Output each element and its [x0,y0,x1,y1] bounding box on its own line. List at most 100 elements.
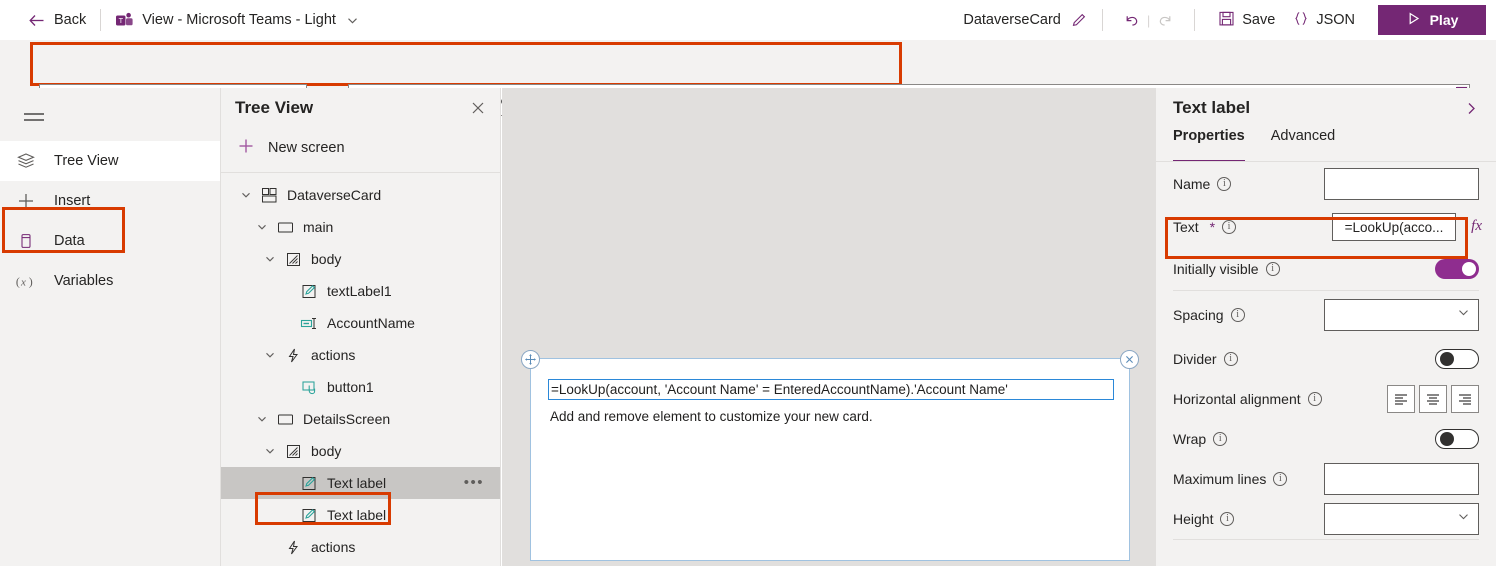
sidebar-item-label: Insert [54,193,91,209]
tab-advanced[interactable]: Advanced [1271,128,1336,162]
new-screen-label: New screen [268,140,345,156]
app-title-dropdown[interactable]: T View - Microsoft Teams - Light [115,11,359,30]
info-icon[interactable]: i [1220,512,1235,526]
property-row-height: Height i [1156,499,1496,539]
chevron-down-icon[interactable] [259,349,281,361]
properties-panel: Text label Properties Advanced Name i Te… [1155,88,1496,566]
tree-node-text-label-selected[interactable]: Text label ••• [221,467,500,499]
info-icon[interactable]: i [1223,352,1238,366]
formula-bar-highlight [30,42,902,86]
tree-node-button1[interactable]: button1 [221,371,500,403]
property-label-text: Height [1173,511,1214,527]
divider-toggle[interactable] [1435,349,1479,369]
property-row-divider: Divider i [1156,339,1496,379]
tree-node-label: actions [311,347,356,363]
sidebar-item-tree-view[interactable]: Tree View [0,141,220,181]
property-row-name: Name i [1156,162,1496,206]
property-label: Horizontal alignment i [1173,391,1322,407]
formula-bar: Text = LookUp(account, 'Account Name' = … [0,40,1496,116]
chevron-down-icon[interactable] [251,413,273,425]
property-label: Maximum lines i [1173,471,1288,487]
property-label: Wrap i [1173,431,1228,447]
info-icon[interactable]: i [1217,177,1232,191]
chevron-down-icon [1457,306,1470,324]
info-icon[interactable]: i [1307,392,1322,406]
back-button[interactable]: Back [28,12,86,29]
redo-button[interactable] [1150,5,1180,35]
sidebar-item-variables[interactable]: (x) Variables [0,261,220,301]
property-row-maximum-lines: Maximum lines i [1156,459,1496,499]
save-button[interactable]: Save [1209,4,1284,36]
tree-node-overflow-menu-icon[interactable]: ••• [464,475,484,490]
chevron-right-icon[interactable] [1463,100,1480,117]
edit-pencil-icon[interactable] [1070,11,1088,29]
height-select[interactable] [1324,503,1479,535]
alignment-button-group [1387,385,1479,413]
card-text-label-value: =LookUp(account, 'Account Name' = Entere… [551,382,1008,397]
info-icon[interactable]: i [1213,432,1228,446]
properties-panel-header: Text label [1156,88,1496,128]
fx-icon[interactable]: fx [1471,218,1482,235]
tab-properties[interactable]: Properties [1173,128,1245,162]
container-icon [281,443,305,460]
property-label-text: Maximum lines [1173,471,1267,487]
info-icon[interactable]: i [1265,262,1280,276]
align-center-button[interactable] [1419,385,1447,413]
card-preview[interactable]: =LookUp(account, 'Account Name' = Entere… [521,350,1139,561]
card-text-label-selected[interactable]: =LookUp(account, 'Account Name' = Entere… [548,379,1114,400]
close-icon[interactable] [1120,350,1139,369]
tree-node-detailsscreen[interactable]: DetailsScreen [221,403,500,435]
tree-node-label: button1 [327,379,374,395]
chevron-down-icon[interactable] [251,221,273,233]
align-left-button[interactable] [1387,385,1415,413]
property-row-spacing: Spacing i [1156,291,1496,339]
chevron-down-icon [1457,510,1470,528]
info-icon[interactable]: i [1273,472,1288,486]
sidebar-item-insert[interactable]: Insert [0,181,220,221]
tree-node-body-main[interactable]: body [221,243,500,275]
chevron-down-icon[interactable] [259,445,281,457]
undo-button[interactable] [1117,5,1147,35]
database-icon [15,231,37,251]
text-property-input[interactable]: =LookUp(acco... [1332,213,1456,241]
name-input[interactable] [1324,168,1479,200]
toolbar-divider-3 [1194,9,1196,31]
sidebar-item-data[interactable]: Data [0,221,220,261]
plus-icon [15,191,37,211]
text-property-value: =LookUp(acco... [1344,219,1444,235]
info-icon[interactable]: i [1222,220,1237,234]
card-canvas[interactable]: =LookUp(account, 'Account Name' = Entere… [502,88,1155,566]
play-button[interactable]: Play [1378,5,1486,35]
tree-node-actions-main[interactable]: actions [221,339,500,371]
close-icon[interactable] [470,100,486,116]
sidebar-item-label: Data [54,233,85,249]
maximum-lines-input[interactable] [1324,463,1479,495]
hamburger-menu-icon[interactable] [12,100,56,134]
info-icon[interactable]: i [1230,308,1245,322]
tree-node-text-label-2[interactable]: Text label [221,499,500,531]
tree-node-dataversecard[interactable]: DataverseCard [221,179,500,211]
tree-view-header: Tree View [221,88,500,128]
svg-text:): ) [29,275,33,289]
new-screen-button[interactable]: New screen [221,128,500,168]
tree-node-label: DetailsScreen [303,411,391,427]
textinput-icon [297,315,321,332]
wrap-toggle[interactable] [1435,429,1479,449]
tree-node-actions-details[interactable]: actions [221,531,500,563]
tree-node-body-details[interactable]: body [221,435,500,467]
chevron-down-icon[interactable] [235,189,257,201]
initially-visible-toggle[interactable] [1435,259,1479,279]
json-button[interactable]: JSON [1284,4,1364,36]
tree-node-textlabel1[interactable]: textLabel1 [221,275,500,307]
chevron-down-icon[interactable] [259,253,281,265]
tree-node-accountname[interactable]: AccountName [221,307,500,339]
arrow-left-icon [28,12,45,29]
svg-text:x: x [20,277,26,289]
move-handle-icon[interactable] [521,350,540,369]
align-right-button[interactable] [1451,385,1479,413]
textlabel-icon [297,283,321,300]
tree-node-label: body [311,251,342,267]
chevron-down-icon [344,14,359,27]
tree-node-main[interactable]: main [221,211,500,243]
spacing-select[interactable] [1324,299,1479,331]
